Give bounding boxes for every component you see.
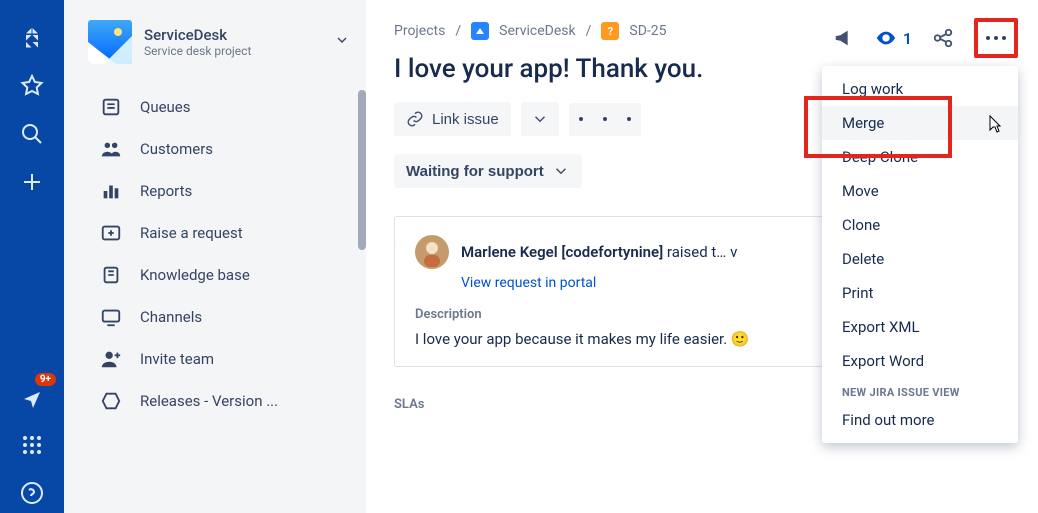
more-quick-actions-button[interactable] [569, 103, 641, 136]
view-in-portal-link[interactable]: View request in portal [461, 275, 596, 291]
sidebar-item-customers[interactable]: Customers [72, 128, 358, 170]
invite-team-icon [100, 348, 122, 370]
menu-section-header: NEW JIRA ISSUE VIEW [822, 378, 1018, 403]
menu-item-export-xml[interactable]: Export XML [822, 310, 1018, 344]
breadcrumb-issue-key[interactable]: SD-25 [629, 23, 666, 39]
notification-badge: 9+ [35, 373, 56, 386]
menu-item-log-work[interactable]: Log work [822, 72, 1018, 106]
reporter-suffix: v [730, 243, 737, 261]
menu-item-merge[interactable]: Merge [822, 106, 1018, 140]
share-button[interactable] [932, 27, 954, 49]
status-dropdown[interactable]: Waiting for support [394, 154, 582, 188]
project-type-icon [471, 22, 489, 40]
sidebar-item-label: Knowledge base [140, 266, 250, 284]
more-actions-button[interactable] [986, 24, 1006, 52]
global-rail: 9+ [0, 0, 64, 513]
menu-item-label: Merge [842, 114, 884, 132]
watchers-button[interactable]: 1 [875, 27, 912, 49]
breadcrumb-projects[interactable]: Projects [394, 23, 445, 39]
link-issue-label: Link issue [432, 111, 499, 128]
sidebar-item-label: Raise a request [140, 224, 243, 242]
menu-item-clone[interactable]: Clone [822, 208, 1018, 242]
create-icon[interactable] [12, 162, 52, 202]
issue-top-actions: 1 [833, 18, 1018, 58]
issue-type-icon: ? [601, 22, 619, 40]
link-issue-button[interactable]: Link issue [394, 102, 511, 136]
sidebar-item-label: Reports [140, 182, 192, 200]
avatar[interactable] [415, 235, 449, 269]
sidebar-item-queues[interactable]: Queues [72, 86, 358, 128]
notifications-icon[interactable]: 9+ [12, 377, 52, 417]
menu-item-export-word[interactable]: Export Word [822, 344, 1018, 378]
more-actions-highlight [974, 18, 1018, 58]
breadcrumb-separator: / [586, 23, 592, 39]
menu-item-print[interactable]: Print [822, 276, 1018, 310]
reporter-action: raised t… [667, 243, 726, 261]
menu-item-move[interactable]: Move [822, 174, 1018, 208]
sidebar-item-label: Releases - Version ... [140, 392, 278, 410]
knowledge-base-icon [100, 264, 122, 286]
project-sidebar: ServiceDesk Service desk project Queues … [64, 0, 366, 513]
sidebar-item-invite-team[interactable]: Invite team [72, 338, 358, 380]
chevron-down-icon [334, 32, 350, 52]
sidebar-item-reports[interactable]: Reports [72, 170, 358, 212]
project-subtitle: Service desk project [144, 44, 322, 58]
menu-item-find-out-more[interactable]: Find out more [822, 403, 1018, 437]
breadcrumb-project[interactable]: ServiceDesk [499, 23, 575, 39]
project-name: ServiceDesk [144, 26, 322, 44]
reporter-name: Marlene Kegel [codefortynine] [461, 243, 663, 261]
search-icon[interactable] [12, 114, 52, 154]
menu-item-deep-clone[interactable]: Deep Clone [822, 140, 1018, 174]
project-avatar-icon [88, 20, 132, 64]
project-switcher[interactable]: ServiceDesk Service desk project [64, 0, 366, 80]
watchers-count: 1 [903, 29, 912, 48]
sidebar-item-label: Queues [140, 98, 191, 116]
sidebar-item-label: Invite team [140, 350, 214, 368]
feedback-button[interactable] [833, 27, 855, 49]
queues-icon [100, 96, 122, 118]
breadcrumb-separator: / [455, 23, 461, 39]
jira-logo-icon[interactable] [12, 18, 52, 58]
sidebar-item-label: Customers [140, 140, 213, 158]
customers-icon [100, 138, 122, 160]
channels-icon [100, 306, 122, 328]
sidebar-item-knowledge-base[interactable]: Knowledge base [72, 254, 358, 296]
sidebar-item-channels[interactable]: Channels [72, 296, 358, 338]
raise-request-icon [100, 222, 122, 244]
link-issue-dropdown[interactable] [521, 102, 559, 136]
cursor-pointer-icon [986, 114, 1002, 138]
reporter-line: Marlene Kegel [codefortynine] raised t… … [461, 243, 737, 261]
main-content: Projects / ServiceDesk / ? SD-25 1 [366, 0, 1038, 513]
star-icon[interactable] [12, 66, 52, 106]
help-icon[interactable] [12, 473, 52, 513]
sidebar-item-raise-request[interactable]: Raise a request [72, 212, 358, 254]
sidebar-scrollbar[interactable] [358, 90, 366, 250]
more-actions-menu: Log work Merge Deep Clone Move Clone Del… [822, 66, 1018, 443]
sidebar-item-releases[interactable]: Releases - Version ... [72, 380, 358, 422]
sidebar-nav: Queues Customers Reports Raise a request… [64, 80, 366, 428]
status-label: Waiting for support [406, 163, 544, 180]
reports-icon [100, 180, 122, 202]
apps-icon[interactable] [12, 425, 52, 465]
menu-item-delete[interactable]: Delete [822, 242, 1018, 276]
releases-icon [100, 390, 122, 412]
sidebar-item-label: Channels [140, 308, 202, 326]
